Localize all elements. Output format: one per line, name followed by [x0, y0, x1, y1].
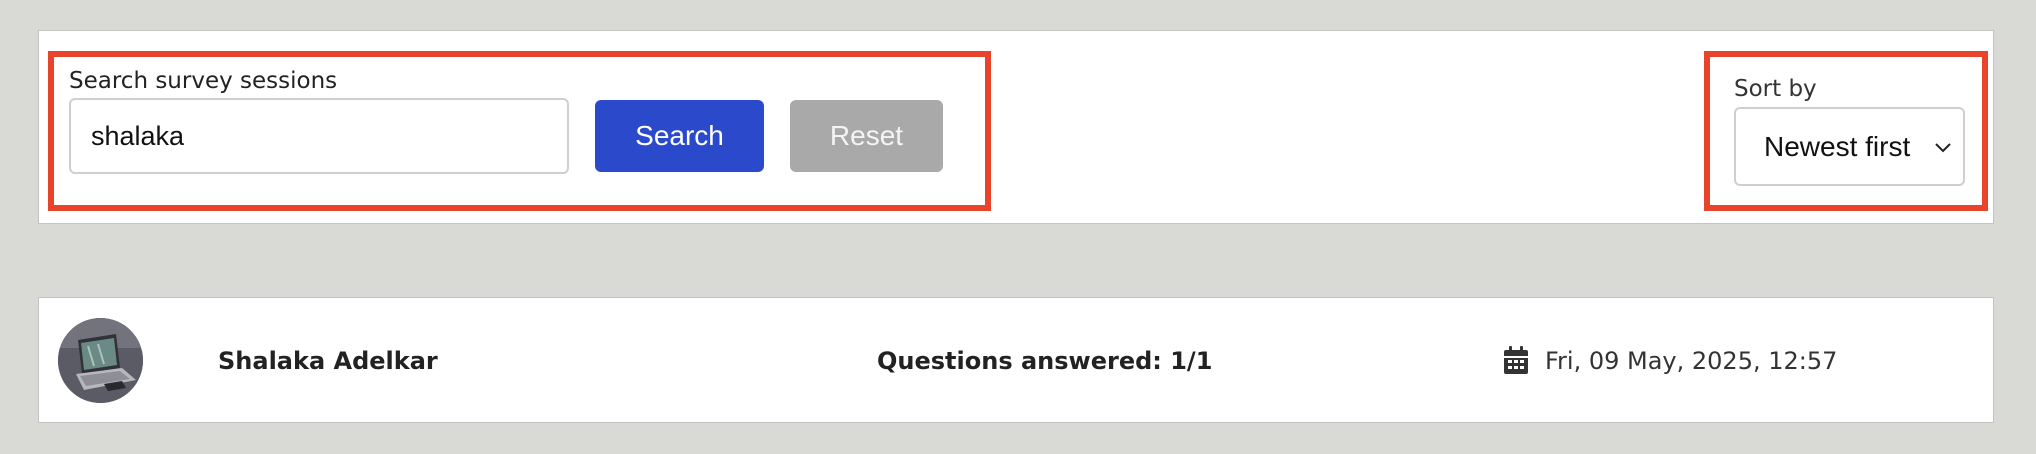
session-user-name: Shalaka Adelkar [218, 347, 438, 375]
avatar-laptop-photo [58, 318, 143, 403]
session-date: Fri, 09 May, 2025, 12:57 [1545, 347, 1838, 375]
sort-highlight-box [1704, 51, 1988, 211]
avatar [58, 318, 143, 403]
session-questions-answered: Questions answered: 1/1 [877, 347, 1213, 375]
search-highlight-box [48, 51, 991, 211]
calendar-icon [1504, 346, 1528, 374]
